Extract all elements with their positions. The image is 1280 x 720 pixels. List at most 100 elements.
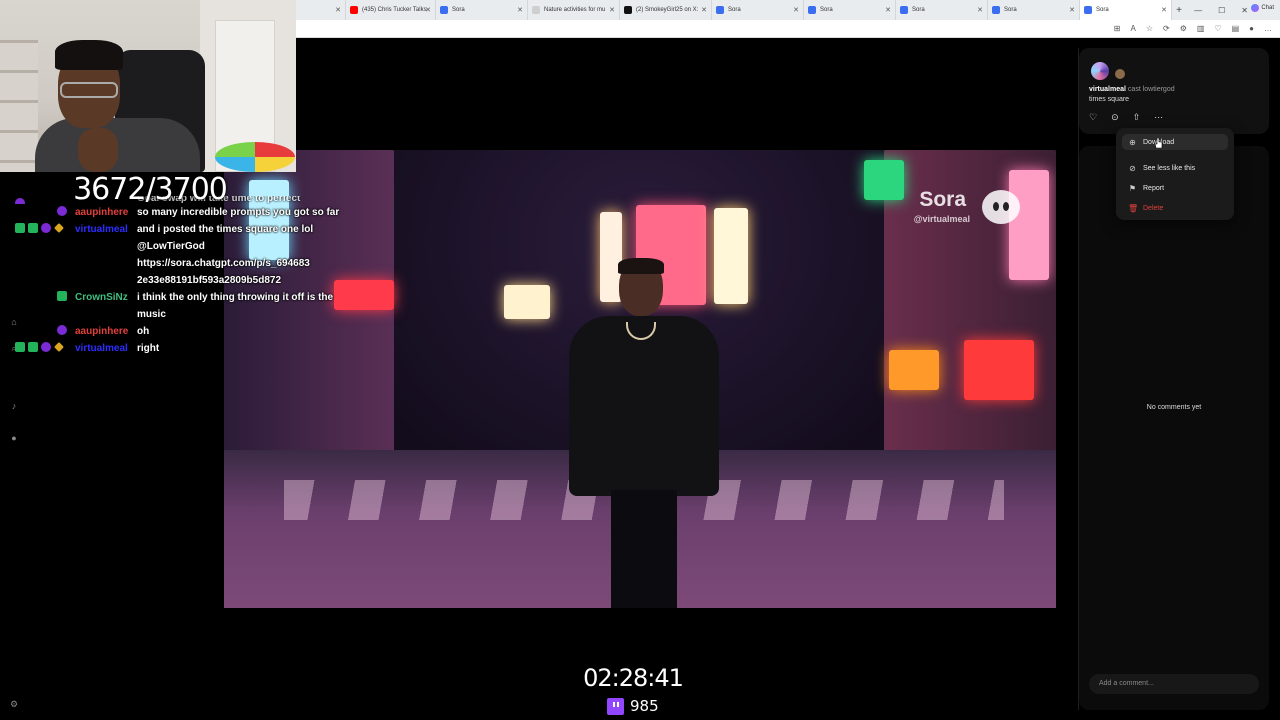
chat-message: CrownSiNz i think the only thing throwin…: [10, 289, 340, 323]
chat-text: oh: [137, 326, 150, 337]
copilot-chat-button[interactable]: Chat: [1251, 4, 1274, 12]
tab-nature[interactable]: Nature activities for mu ✕: [528, 0, 620, 20]
maximize-icon[interactable]: ☐: [1218, 6, 1225, 15]
verified-badge-icon: [57, 291, 67, 301]
chat-text: i think the only thing throwing it off i…: [137, 292, 334, 320]
cameo-avatar[interactable]: [1115, 69, 1125, 79]
sora-favicon-icon: [808, 6, 816, 14]
split-screen-icon[interactable]: ▥: [1197, 24, 1205, 33]
chat-button-label: Chat: [1261, 5, 1274, 11]
twitch-icon: [607, 697, 624, 715]
tab-youtube[interactable]: (435) Chris Tucker Talks ✕: [346, 0, 436, 20]
tab-blank[interactable]: ✕: [296, 0, 346, 20]
sidebar-rail: ⌂ ⌕ ♪ ● ⚙: [8, 300, 22, 720]
avatar[interactable]: [1091, 62, 1109, 80]
tab-sora[interactable]: Sora ✕: [712, 0, 804, 20]
sora-favicon-icon: [900, 6, 908, 14]
profile-icon[interactable]: ●: [8, 432, 20, 444]
billboard: [889, 350, 939, 390]
collections-icon[interactable]: ▤: [1232, 24, 1240, 33]
profile-icon[interactable]: ●: [1249, 24, 1254, 33]
close-tab-icon[interactable]: ✕: [977, 6, 983, 14]
sora-favicon-icon: [1084, 6, 1092, 14]
post-info-card: virtualmeal cast lowtiergod times square…: [1079, 48, 1269, 134]
close-tab-icon[interactable]: ✕: [517, 6, 523, 14]
refresh-icon[interactable]: ⟳: [1163, 24, 1170, 33]
menu-item-delete[interactable]: 🗑 Delete: [1122, 200, 1228, 216]
share-icon[interactable]: ⇧: [1133, 112, 1141, 123]
more-options-icon[interactable]: ⋯: [1154, 112, 1163, 123]
billboard: [334, 280, 394, 310]
verified-badge-icon: [15, 342, 25, 352]
bell-icon[interactable]: ♪: [8, 400, 20, 412]
read-aloud-icon[interactable]: A: [1130, 24, 1135, 33]
chat-username: aaupinhere: [75, 326, 129, 337]
sub-badge-icon: [57, 325, 67, 335]
menu-item-see-less[interactable]: ⊘ See less like this: [1122, 160, 1228, 176]
close-tab-icon[interactable]: ✕: [1069, 6, 1075, 14]
tab-title: Sora: [728, 7, 741, 13]
tab-title: Sora: [1096, 7, 1109, 13]
close-tab-icon[interactable]: ✕: [701, 6, 707, 14]
address-bar[interactable]: ⊞ A ☆ ⟳ ⚙ ▥ ♡ ▤ ● …: [296, 20, 1280, 38]
menu-item-download[interactable]: ⊕Download: [1122, 134, 1228, 150]
verified-badge-icon: [28, 223, 38, 233]
sora-favicon-icon: [992, 6, 1000, 14]
sora-favicon-icon: [716, 6, 724, 14]
webcam-overlay: [0, 0, 296, 172]
remix-icon[interactable]: ⊙: [1111, 112, 1119, 123]
favorites-icon[interactable]: ♡: [1214, 24, 1221, 33]
tab-title: (2) SmokeyGirl25 on X:: [636, 7, 699, 13]
x-favicon-icon: [624, 6, 632, 14]
trash-icon: 🗑: [1128, 203, 1139, 213]
verified-badge-icon: [15, 223, 25, 233]
apps-icon[interactable]: ⊞: [1114, 24, 1121, 33]
close-tab-icon[interactable]: ✕: [1161, 6, 1167, 14]
tab-sora[interactable]: Sora ✕: [896, 0, 988, 20]
close-tab-icon[interactable]: ✕: [793, 6, 799, 14]
sora-logo-icon: [982, 190, 1020, 224]
toolbar-icons: ⊞ A ☆ ⟳ ⚙ ▥ ♡ ▤ ● …: [1114, 24, 1272, 33]
more-options-icon[interactable]: …: [1264, 24, 1272, 33]
settings-icon[interactable]: ⚙: [8, 698, 20, 710]
minimize-icon[interactable]: —: [1194, 6, 1202, 15]
post-actions: ♡ ⊙ ⇧ ⋯: [1089, 112, 1163, 123]
stream-chat: Goal swap will take time to perfect aaup…: [10, 196, 340, 357]
tab-sora[interactable]: Sora ✕: [436, 0, 528, 20]
gold-badge-icon: [54, 223, 64, 233]
chat-username: CrownSiNz: [75, 292, 128, 303]
close-tab-icon[interactable]: ✕: [885, 6, 891, 14]
tab-sora[interactable]: Sora ✕: [804, 0, 896, 20]
close-tab-icon[interactable]: ✕: [335, 6, 341, 14]
comment-input[interactable]: Add a comment...: [1089, 674, 1259, 694]
author-name[interactable]: virtualmeal: [1089, 86, 1126, 93]
viewer-count-value: 985: [630, 697, 659, 715]
new-tab-button[interactable]: +: [1172, 5, 1186, 16]
cast-label[interactable]: cast lowtiergod: [1128, 86, 1175, 93]
billboard: [964, 340, 1034, 400]
tab-x[interactable]: (2) SmokeyGirl25 on X: ✕: [620, 0, 712, 20]
menu-item-report[interactable]: ⚑ Report: [1122, 180, 1228, 196]
sora-watermark: Sora: [919, 188, 966, 211]
sub-badge-icon: [57, 206, 67, 216]
close-window-icon[interactable]: ✕: [1241, 6, 1248, 15]
sub-badge-icon: [41, 223, 51, 233]
video-player[interactable]: Sora @virtualmeal: [224, 150, 1056, 608]
eye-off-icon: ⊘: [1129, 163, 1136, 173]
like-heart-icon[interactable]: ♡: [1089, 112, 1097, 123]
favorite-star-icon[interactable]: ☆: [1146, 24, 1153, 33]
tab-sora-active[interactable]: Sora ✕: [1080, 0, 1172, 20]
window-controls: — ☐ ✕: [1194, 0, 1248, 20]
viewer-count: 985: [607, 697, 659, 715]
close-tab-icon[interactable]: ✕: [425, 6, 431, 14]
watermark-handle: @virtualmeal: [913, 214, 970, 224]
tab-title: Sora: [1004, 7, 1017, 13]
menu-item-label: Report: [1143, 184, 1165, 192]
tab-title: Sora: [912, 7, 925, 13]
close-tab-icon[interactable]: ✕: [609, 6, 615, 14]
billboard: [1009, 170, 1049, 280]
tab-title: Nature activities for mu: [544, 7, 606, 13]
tab-sora[interactable]: Sora ✕: [988, 0, 1080, 20]
extensions-icon[interactable]: ⚙: [1180, 24, 1187, 33]
tab-title: Sora: [452, 7, 465, 13]
